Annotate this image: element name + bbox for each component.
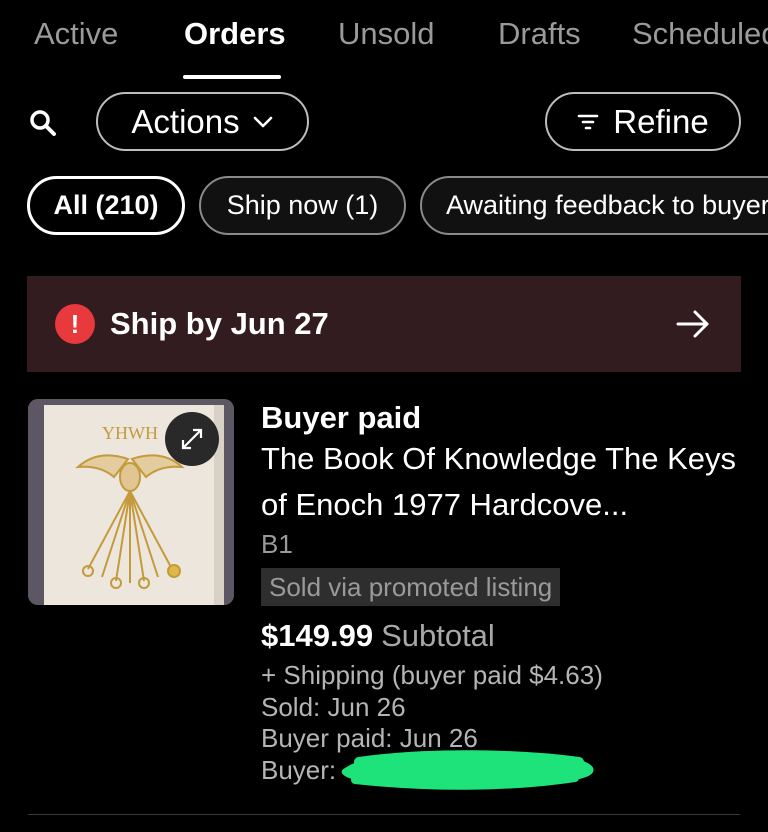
tab-orders[interactable]: Orders	[184, 16, 286, 52]
list-divider	[28, 814, 740, 815]
arrow-right-icon	[676, 310, 709, 338]
chevron-down-icon	[253, 116, 272, 127]
actions-button-label: Actions	[131, 102, 240, 140]
ship-by-banner[interactable]: ! Ship by Jun 27	[27, 276, 741, 372]
filter-chips: All (210) Ship now (1) Awaiting feedback…	[0, 176, 768, 236]
expand-image-button[interactable]	[165, 412, 219, 466]
promoted-listing-badge: Sold via promoted listing	[261, 568, 561, 606]
tab-bar: Active Orders Unsold Drafts Scheduled	[0, 0, 768, 80]
refine-button-label: Refine	[613, 102, 709, 140]
price-row: $149.99 Subtotal	[261, 618, 495, 654]
alert-icon: !	[55, 304, 95, 344]
actions-button[interactable]: Actions	[96, 92, 309, 151]
sold-date: Sold: Jun 26	[261, 692, 406, 722]
tab-scheduled[interactable]: Scheduled	[632, 16, 768, 52]
filter-chip-all[interactable]: All (210)	[27, 176, 185, 235]
item-title[interactable]: The Book Of Knowledge The Keys of Enoch …	[261, 436, 741, 528]
redaction-scribble	[341, 750, 594, 790]
order-status: Buyer paid	[261, 400, 422, 435]
filter-chip-ship-now[interactable]: Ship now (1)	[199, 176, 406, 235]
refine-button[interactable]: Refine	[545, 92, 741, 151]
shipping-info: + Shipping (buyer paid $4.63)	[261, 660, 603, 690]
search-icon[interactable]	[28, 108, 58, 138]
subtotal-label: Subtotal	[381, 618, 495, 653]
expand-icon	[181, 428, 203, 450]
tab-active[interactable]: Active	[34, 16, 118, 52]
item-sku: B1	[261, 529, 293, 559]
book-cover-title: YHWH	[102, 423, 158, 443]
filter-chip-awaiting-feedback-label: Awaiting feedback to buyer	[446, 190, 768, 220]
item-price: $149.99	[261, 618, 374, 653]
ship-by-text: Ship by Jun 27	[110, 306, 329, 341]
filter-icon	[577, 114, 599, 129]
tab-drafts[interactable]: Drafts	[498, 16, 581, 52]
tab-active-indicator	[183, 75, 281, 79]
buyer-label: Buyer:	[261, 755, 337, 785]
filter-chip-all-label: All (210)	[53, 190, 159, 220]
filter-chip-ship-now-label: Ship now (1)	[226, 190, 379, 220]
tab-unsold[interactable]: Unsold	[338, 16, 435, 52]
filter-chip-awaiting-feedback[interactable]: Awaiting feedback to buyer	[420, 176, 768, 235]
